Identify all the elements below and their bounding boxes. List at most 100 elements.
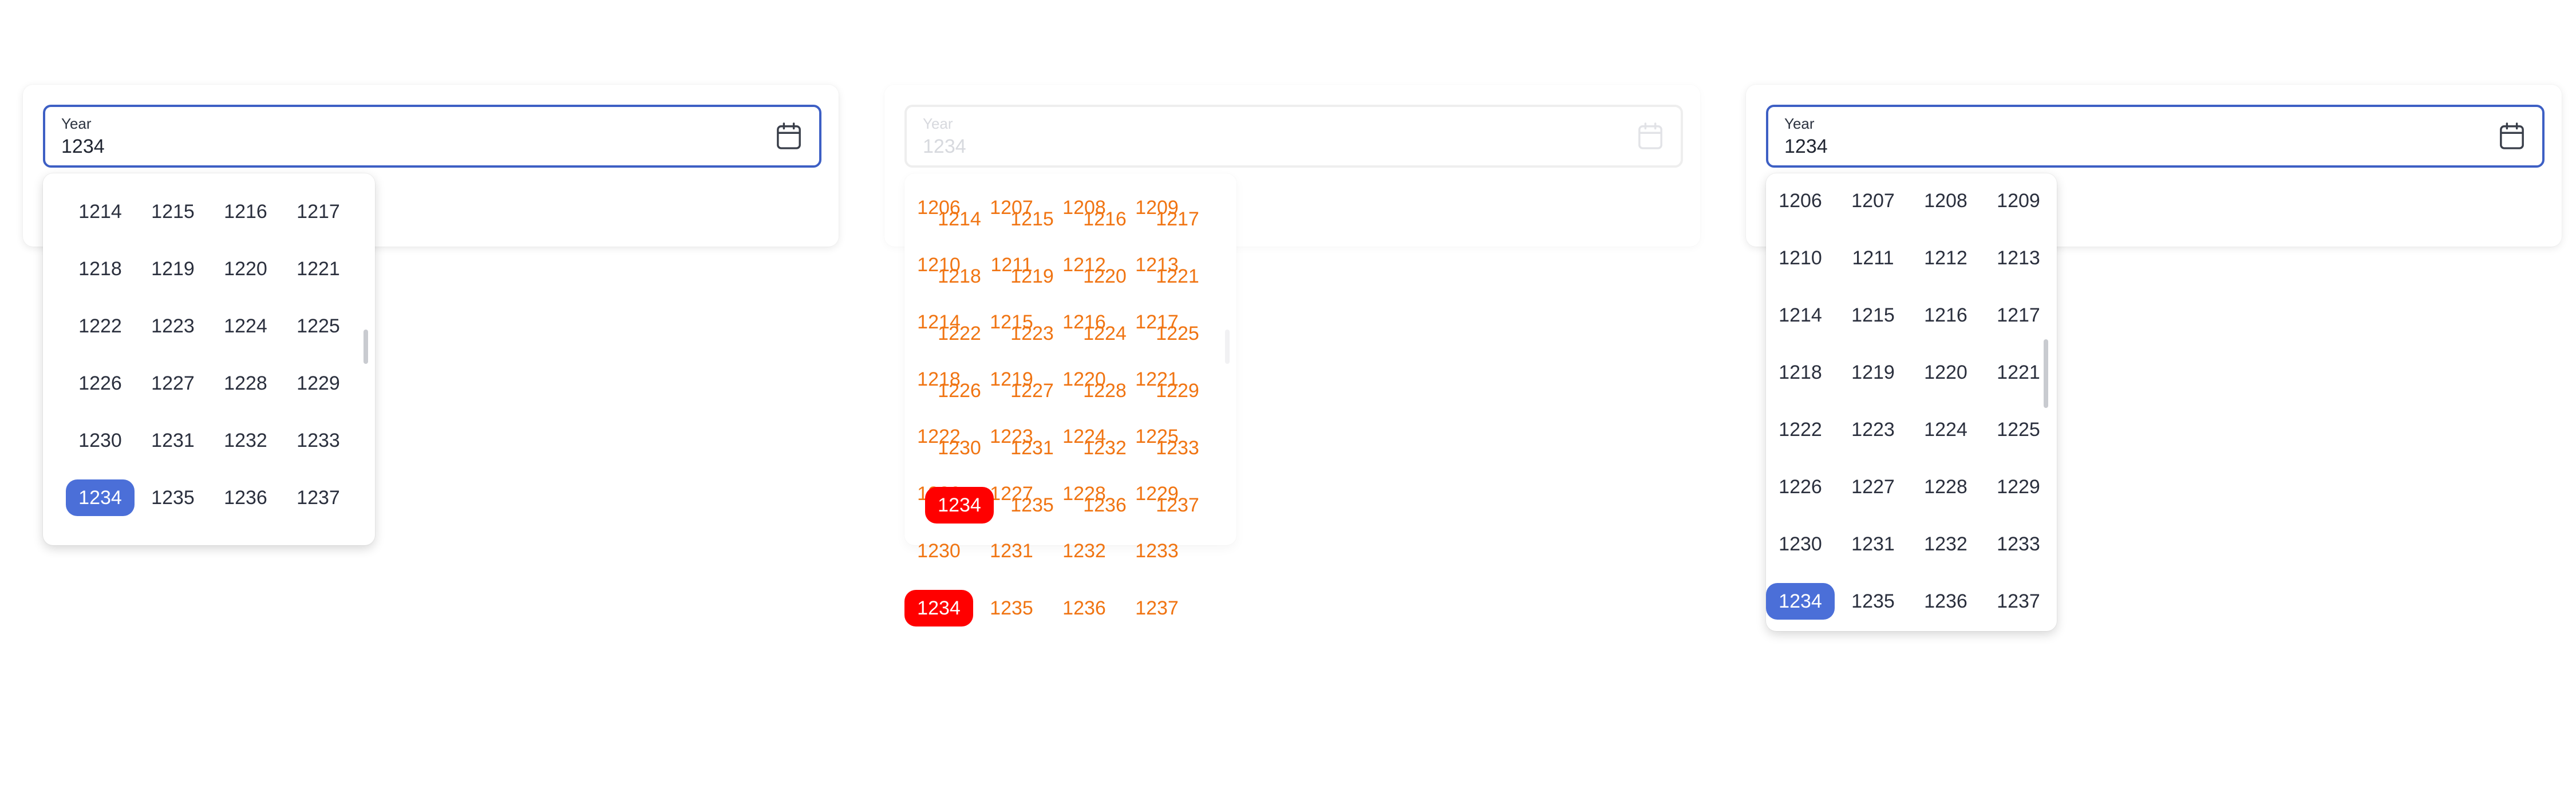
year-field-value: 1234: [61, 136, 105, 157]
year-option[interactable]: 1229: [1984, 469, 2053, 505]
year-option[interactable]: 1236: [211, 479, 280, 516]
year-option[interactable]: 1228: [211, 365, 280, 402]
calendar-icon[interactable]: [2499, 122, 2525, 150]
year-option[interactable]: 1208: [1911, 183, 1980, 219]
year-option[interactable]: 1237: [1984, 583, 2053, 620]
year-option[interactable]: 1207: [1839, 183, 1907, 219]
dropdown-scrollbar: [1225, 330, 1230, 364]
year-option: 1237: [1156, 494, 1199, 516]
year-option[interactable]: 1217: [1984, 297, 2053, 334]
year-option: 1227: [1010, 380, 1054, 402]
year-field-label: Year: [1784, 115, 1815, 132]
year-option[interactable]: 1225: [284, 308, 353, 344]
year-option[interactable]: 1233: [284, 422, 353, 459]
year-option[interactable]: 1216: [1911, 297, 1980, 334]
year-field-left[interactable]: Year 1234: [43, 105, 821, 168]
year-option[interactable]: 1211: [1839, 240, 1907, 276]
year-option[interactable]: 1232: [211, 422, 280, 459]
year-option[interactable]: 1227: [1839, 469, 1907, 505]
year-option[interactable]: 1231: [139, 422, 207, 459]
year-option[interactable]: 1223: [139, 308, 207, 344]
year-option-selected: 1234: [904, 590, 973, 626]
year-option[interactable]: 1219: [139, 251, 207, 287]
year-field-value: 1234: [923, 136, 966, 157]
year-option[interactable]: 1235: [139, 479, 207, 516]
year-option[interactable]: 1209: [1984, 183, 2053, 219]
year-option: 1231: [1010, 437, 1054, 459]
year-option[interactable]: 1228: [1911, 469, 1980, 505]
year-option[interactable]: 1212: [1911, 240, 1980, 276]
year-option-selected: 1234: [925, 487, 994, 524]
year-option[interactable]: 1229: [284, 365, 353, 402]
year-option: 1222: [938, 323, 981, 344]
year-option[interactable]: 1214: [1766, 297, 1835, 334]
year-field-value: 1234: [1784, 136, 1828, 157]
year-option: 1219: [1010, 265, 1054, 287]
year-dropdown-left[interactable]: 1214 1215 1216 1217 1218 1219 1220 1221 1222 1223…: [43, 173, 375, 545]
year-option: 1229: [1156, 380, 1199, 402]
year-field-label: Year: [61, 115, 92, 132]
year-option: 1236: [1083, 494, 1127, 516]
year-option[interactable]: 1214: [66, 193, 135, 230]
year-option: 1218: [938, 265, 981, 287]
year-option: 1226: [938, 380, 981, 402]
year-option[interactable]: 1227: [139, 365, 207, 402]
year-option: 1230: [938, 437, 981, 459]
year-field-middle: Year 1234: [904, 105, 1683, 168]
year-option[interactable]: 1232: [1911, 526, 1980, 562]
year-option[interactable]: 1206: [1766, 183, 1835, 219]
year-option[interactable]: 1216: [211, 193, 280, 230]
year-option[interactable]: 1225: [1984, 411, 2053, 448]
year-option-selected[interactable]: 1234: [66, 479, 135, 516]
year-option[interactable]: 1226: [66, 365, 135, 402]
year-option[interactable]: 1222: [66, 308, 135, 344]
year-option-selected[interactable]: 1234: [1766, 583, 1835, 620]
year-option[interactable]: 1220: [211, 251, 280, 287]
year-option[interactable]: 1215: [139, 193, 207, 230]
year-option: 1214: [938, 208, 981, 230]
calendar-icon[interactable]: [776, 122, 802, 150]
year-option: 1233: [1135, 540, 1179, 562]
year-option[interactable]: 1215: [1839, 297, 1907, 334]
year-option[interactable]: 1224: [211, 308, 280, 344]
year-option[interactable]: 1220: [1911, 354, 1980, 391]
year-option[interactable]: 1226: [1766, 469, 1835, 505]
year-option: 1232: [1062, 540, 1106, 562]
year-option[interactable]: 1231: [1839, 526, 1907, 562]
year-option[interactable]: 1218: [66, 251, 135, 287]
year-option: 1233: [1156, 437, 1199, 459]
year-option[interactable]: 1222: [1766, 411, 1835, 448]
year-option[interactable]: 1210: [1766, 240, 1835, 276]
year-field-right[interactable]: Year 1234: [1766, 105, 2545, 168]
dropdown-scrollbar[interactable]: [364, 330, 368, 364]
year-option[interactable]: 1217: [284, 193, 353, 230]
year-option: 1232: [1083, 437, 1127, 459]
year-option[interactable]: 1235: [1839, 583, 1907, 620]
year-option: 1235: [990, 597, 1033, 619]
year-option[interactable]: 1223: [1839, 411, 1907, 448]
year-field-label: Year: [923, 115, 953, 132]
year-option[interactable]: 1230: [66, 422, 135, 459]
year-option: 1215: [1010, 208, 1054, 230]
year-option: 1228: [1083, 380, 1127, 402]
year-option[interactable]: 1218: [1766, 354, 1835, 391]
year-option[interactable]: 1230: [1766, 526, 1835, 562]
year-option[interactable]: 1237: [284, 479, 353, 516]
year-option[interactable]: 1213: [1984, 240, 2053, 276]
year-dropdown-right[interactable]: 1206 1207 1208 1209 1210 1211 1212 1213 1214 1215…: [1766, 173, 2057, 631]
year-option: 1216: [1083, 208, 1127, 230]
year-option: 1230: [917, 540, 961, 562]
year-option[interactable]: 1219: [1839, 354, 1907, 391]
year-option: 1220: [1083, 265, 1127, 287]
year-option[interactable]: 1233: [1984, 526, 2053, 562]
year-option: 1235: [1010, 494, 1054, 516]
year-option: 1236: [1062, 597, 1106, 619]
year-option: 1231: [990, 540, 1033, 562]
year-option[interactable]: 1224: [1911, 411, 1980, 448]
year-option[interactable]: 1236: [1911, 583, 1980, 620]
year-option: 1221: [1156, 265, 1199, 287]
year-option[interactable]: 1221: [284, 251, 353, 287]
year-option[interactable]: 1221: [1984, 354, 2053, 391]
calendar-icon: [1637, 122, 1664, 150]
year-option: 1237: [1135, 597, 1179, 619]
